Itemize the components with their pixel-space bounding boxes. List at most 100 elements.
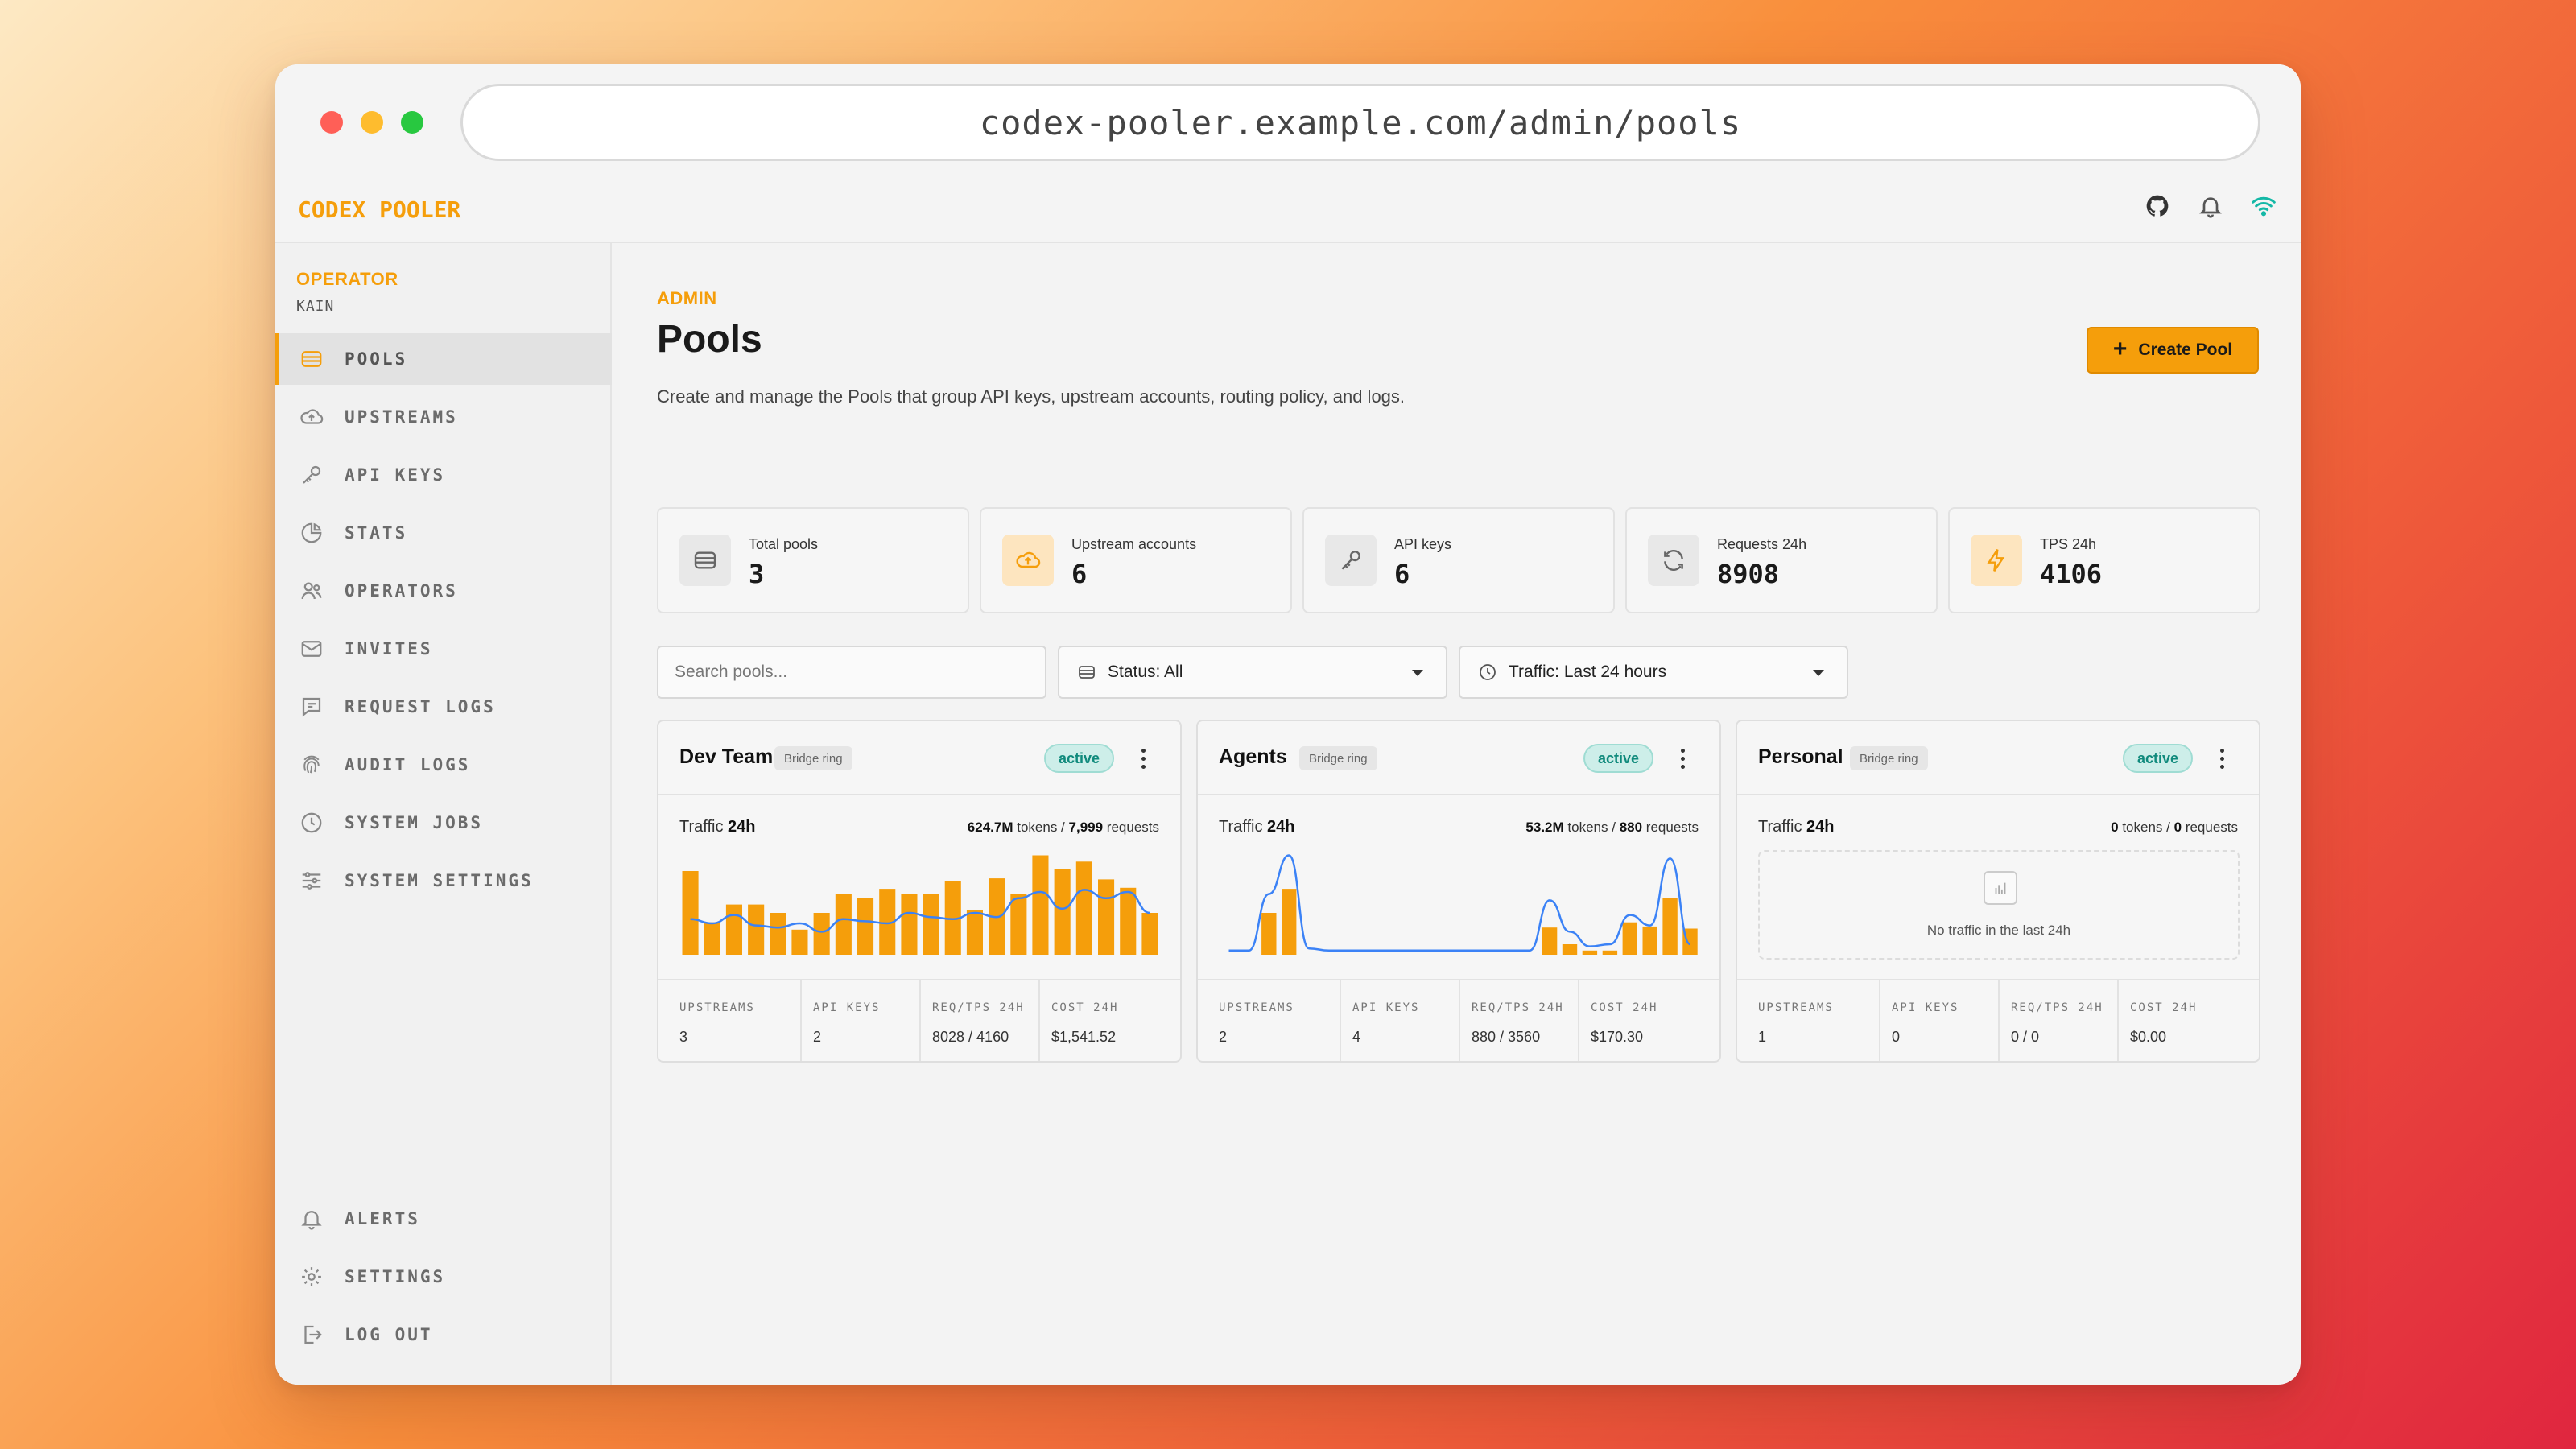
status-filter-select[interactable]: Status: All xyxy=(1058,646,1447,699)
more-menu-icon[interactable] xyxy=(2214,744,2230,773)
sidebar-item-label: SETTINGS xyxy=(345,1267,446,1286)
pools-icon xyxy=(301,351,322,367)
footer-key: UPSTREAMS xyxy=(1219,1001,1294,1014)
traffic-bar xyxy=(1282,889,1297,955)
traffic-label: Traffic 24h xyxy=(1758,818,1835,836)
traffic-bar xyxy=(1542,927,1558,955)
sidebar-item-operators[interactable]: OPERATORS xyxy=(275,565,612,617)
stat-label: Total pools xyxy=(749,536,819,552)
sliders-icon xyxy=(302,872,321,890)
url-text: codex-pooler.example.com/admin/pools xyxy=(979,102,1742,142)
search-pools-field[interactable] xyxy=(657,646,1046,699)
traffic-bar xyxy=(1602,950,1618,955)
sidebar-item-alerts[interactable]: ALERTS xyxy=(275,1193,612,1245)
users-icon xyxy=(301,582,322,600)
pool-name[interactable]: Dev Team xyxy=(679,745,773,769)
operator-role: OPERATOR xyxy=(296,269,398,289)
footer-key: API KEYS xyxy=(813,1001,881,1014)
footer-value: 3 xyxy=(679,1029,688,1045)
more-menu-icon[interactable] xyxy=(1674,744,1690,773)
sidebar-item-request-logs[interactable]: REQUEST LOGS xyxy=(275,681,612,733)
chevron-down-icon xyxy=(1813,670,1824,676)
sidebar-item-stats[interactable]: STATS xyxy=(275,507,612,559)
footer-value: $170.30 xyxy=(1591,1029,1644,1045)
traffic-bar xyxy=(1141,913,1158,955)
pool-name[interactable]: Personal xyxy=(1758,745,1843,769)
refresh-icon xyxy=(1648,535,1699,586)
minimize-window-button[interactable] xyxy=(361,111,383,134)
stat-card-tps-24h: TPS 24h 4106 xyxy=(1948,507,2260,613)
pool-card-agents[interactable]: Agents Bridge ring active Traffic 24h 53… xyxy=(1196,720,1721,1063)
traffic-bar xyxy=(923,894,939,955)
status-badge: active xyxy=(2122,744,2193,773)
traffic-bar xyxy=(1622,922,1637,955)
stat-value: 4106 xyxy=(2040,559,2103,589)
pool-card-personal[interactable]: Personal Bridge ring active Traffic 24h … xyxy=(1736,720,2260,1063)
footer-value: $0.00 xyxy=(2130,1029,2167,1045)
traffic-label: Traffic 24h xyxy=(679,818,756,836)
sidebar-item-audit-logs[interactable]: AUDIT LOGS xyxy=(275,739,612,791)
sidebar-item-system-jobs[interactable]: SYSTEM JOBS xyxy=(275,797,612,848)
traffic-bar xyxy=(1662,898,1678,955)
search-input[interactable] xyxy=(658,647,1045,697)
traffic-bar xyxy=(1261,913,1277,955)
pools-icon xyxy=(679,535,731,586)
traffic-bar xyxy=(682,871,699,955)
traffic-bar xyxy=(1642,926,1657,955)
footer-key: UPSTREAMS xyxy=(679,1001,755,1014)
plus-icon: + xyxy=(2112,335,2128,362)
key-icon xyxy=(303,465,321,484)
wifi-icon[interactable] xyxy=(2251,193,2277,223)
brand-logo[interactable]: CODEX POOLER xyxy=(298,196,460,223)
sidebar-item-label: SYSTEM JOBS xyxy=(345,813,484,832)
bell-icon[interactable] xyxy=(2198,193,2223,223)
traffic-bar xyxy=(704,922,720,955)
status-badge: active xyxy=(1043,744,1114,773)
pool-card-dev-team[interactable]: Dev Team Bridge ring active Traffic 24h … xyxy=(657,720,1182,1063)
sidebar-item-label: INVITES xyxy=(345,639,433,658)
stat-card-upstream-accounts: Upstream accounts 6 xyxy=(980,507,1292,613)
github-icon[interactable] xyxy=(2145,193,2170,223)
url-bar[interactable]: codex-pooler.example.com/admin/pools xyxy=(460,84,2260,161)
more-menu-icon[interactable] xyxy=(1135,744,1151,773)
traffic-bar xyxy=(813,913,830,955)
traffic-bar xyxy=(1054,869,1071,955)
mail-icon xyxy=(301,641,322,657)
footer-value: 4 xyxy=(1352,1029,1361,1045)
sidebar-item-upstreams[interactable]: UPSTREAMS xyxy=(275,391,612,443)
create-pool-button[interactable]: + Create Pool xyxy=(2087,327,2259,374)
status-filter-value: Status: All xyxy=(1108,663,1183,681)
main-content: ADMIN Pools Create and manage the Pools … xyxy=(613,243,2301,1385)
sidebar-item-system-settings[interactable]: SYSTEM SETTINGS xyxy=(275,855,612,906)
sidebar-item-log-out[interactable]: LOG OUT xyxy=(275,1309,612,1360)
maximize-window-button[interactable] xyxy=(401,111,423,134)
sidebar-item-invites[interactable]: INVITES xyxy=(275,623,612,675)
stat-card-api-keys: API keys 6 xyxy=(1302,507,1615,613)
traffic-filter-select[interactable]: Traffic: Last 24 hours xyxy=(1459,646,1848,699)
sidebar-item-label: SYSTEM SETTINGS xyxy=(345,871,534,890)
footer-value: 2 xyxy=(813,1029,822,1045)
key-icon xyxy=(1325,535,1377,586)
footer-key: REQ/TPS 24H xyxy=(1472,1001,1564,1014)
close-window-button[interactable] xyxy=(320,111,343,134)
token-trend-line xyxy=(1228,854,1691,952)
traffic-bar xyxy=(1582,950,1598,955)
sidebar-item-label: LOG OUT xyxy=(345,1325,433,1344)
footer-value: 8028 / 4160 xyxy=(932,1029,1009,1045)
footer-value: 1 xyxy=(1758,1029,1767,1045)
sidebar-item-api-keys[interactable]: API KEYS xyxy=(275,449,612,501)
pool-card-header: Agents Bridge ring active xyxy=(1198,721,1719,795)
traffic-filter-value: Traffic: Last 24 hours xyxy=(1509,663,1667,681)
traffic-bar xyxy=(791,929,808,955)
ring-badge: Bridge ring xyxy=(1299,746,1377,770)
stat-card-requests-24h: Requests 24h 8908 xyxy=(1625,507,1938,613)
footer-value: 2 xyxy=(1219,1029,1228,1045)
pool-card-header: Personal Bridge ring active xyxy=(1737,721,2259,795)
sidebar-item-pools[interactable]: POOLS xyxy=(275,333,612,385)
pool-name[interactable]: Agents xyxy=(1219,745,1287,769)
stat-card-total-pools: Total pools 3 xyxy=(657,507,969,613)
sidebar-item-settings[interactable]: SETTINGS xyxy=(275,1251,612,1302)
footer-key: API KEYS xyxy=(1352,1001,1420,1014)
pool-card-footer: UPSTREAMS 1 API KEYS 0 REQ/TPS 24H 0 / 0 CO… xyxy=(1737,979,2259,1061)
traffic-bar xyxy=(1010,894,1027,955)
